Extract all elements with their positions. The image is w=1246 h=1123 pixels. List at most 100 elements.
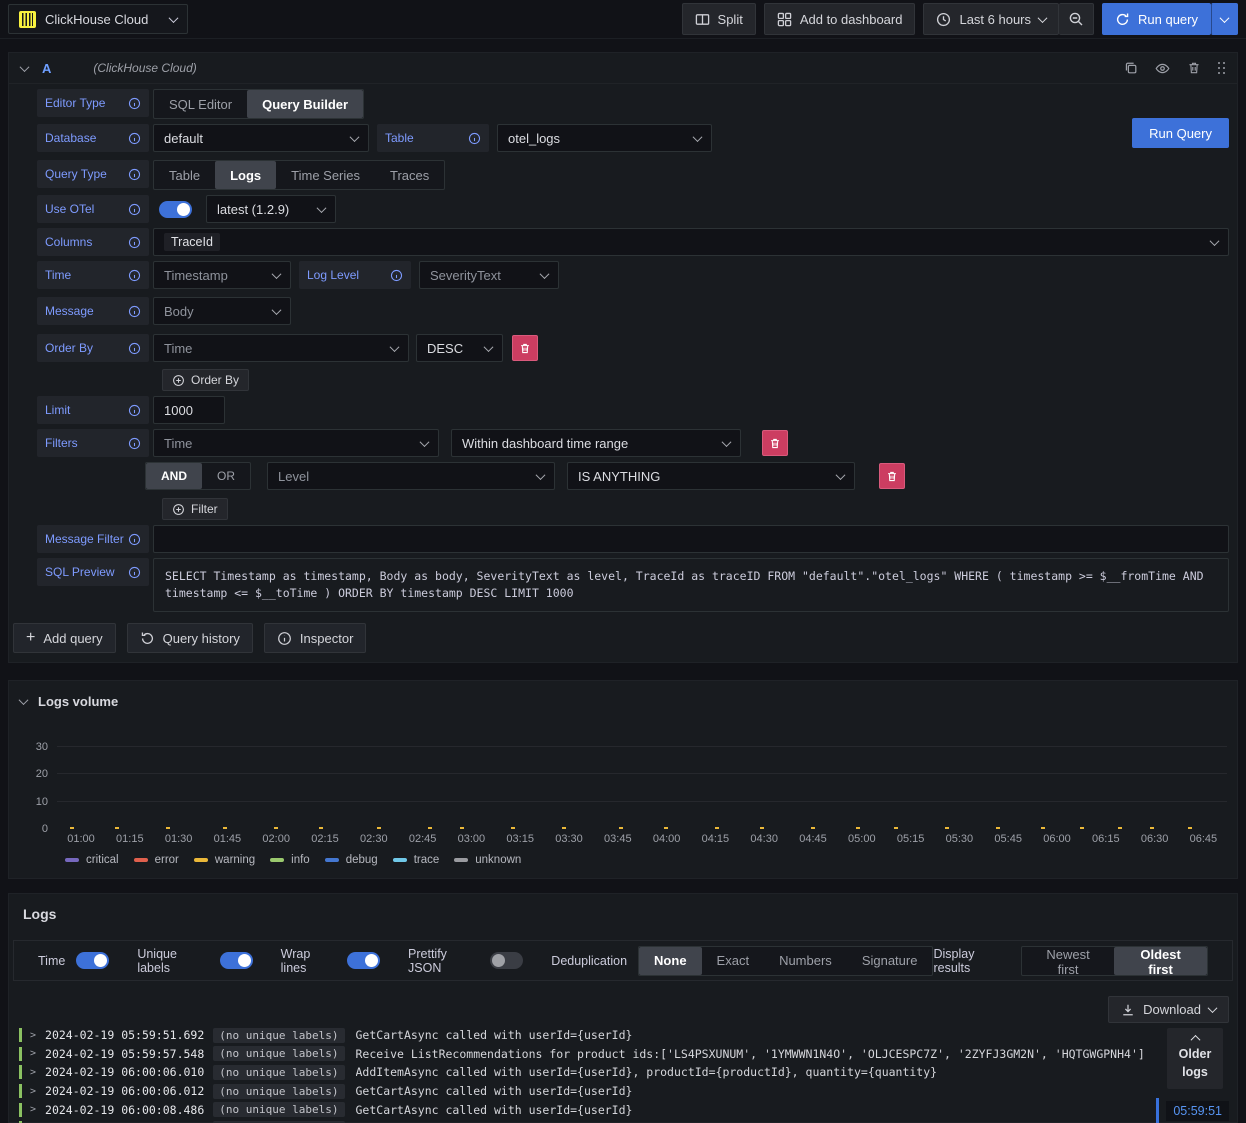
table-select[interactable]: otel_logs — [497, 124, 712, 152]
run-query-inline-button[interactable]: Run Query — [1132, 118, 1229, 148]
info-icon[interactable] — [128, 566, 141, 579]
expand-log-chevron-icon[interactable]: > — [30, 1048, 36, 1059]
older-logs-button[interactable]: Older logs — [1167, 1028, 1223, 1089]
add-filter-button[interactable]: Filter — [162, 498, 228, 520]
log-row[interactable]: > 2024-02-19 06:00:06.010 (no unique lab… — [19, 1063, 1231, 1082]
radio-dedup-none[interactable]: None — [639, 946, 702, 975]
run-query-button[interactable]: Run query — [1102, 3, 1211, 35]
legend-item-debug[interactable]: debug — [324, 854, 378, 866]
run-query-dropdown-button[interactable] — [1211, 3, 1238, 35]
hide-response-eye-icon[interactable] — [1155, 61, 1170, 76]
columns-multiselect[interactable]: TraceId — [153, 228, 1229, 256]
zoom-out-button[interactable] — [1059, 3, 1095, 35]
datasource-picker[interactable]: ClickHouse Cloud — [8, 4, 188, 34]
filter2-field-select[interactable]: Level — [267, 462, 555, 490]
legend-item-trace[interactable]: trace — [392, 854, 439, 866]
log-level-column-select[interactable]: SeverityText — [419, 261, 559, 289]
radio-dedup-signature[interactable]: Signature — [847, 947, 933, 975]
filter2-operator-select[interactable]: IS ANYTHING — [567, 462, 855, 490]
log-row[interactable]: > 2024-02-19 05:59:57.548 (no unique lab… — [19, 1045, 1231, 1064]
radio-dedup-exact[interactable]: Exact — [702, 947, 765, 975]
expand-log-chevron-icon[interactable]: > — [30, 1086, 36, 1097]
filter1-operator-select[interactable]: Within dashboard time range — [451, 429, 741, 457]
collapse-volume-icon[interactable] — [18, 695, 29, 706]
filter1-field-select[interactable]: Time — [153, 429, 439, 457]
remove-order-by-button[interactable] — [512, 335, 538, 361]
unique-labels-toggle[interactable] — [219, 952, 253, 969]
log-row[interactable]: > 2024-02-19 06:00:08.486 (no unique lab… — [19, 1100, 1231, 1119]
order-by-direction-select[interactable]: DESC — [416, 334, 503, 362]
info-icon[interactable] — [128, 269, 141, 282]
info-icon[interactable] — [128, 97, 141, 110]
radio-newest-first[interactable]: Newest first — [1022, 947, 1114, 977]
use-otel-label: Use OTel — [37, 195, 149, 223]
log-labels-badge: (no unique labels) — [213, 1064, 345, 1080]
expand-log-chevron-icon[interactable]: > — [30, 1030, 36, 1041]
column-tag[interactable]: TraceId — [164, 233, 220, 251]
order-by-column-select[interactable]: Time — [153, 334, 409, 362]
log-row[interactable]: > 2024-02-19 06:00:06.012 (no unique lab… — [19, 1082, 1231, 1101]
info-icon[interactable] — [128, 168, 141, 181]
add-query-button[interactable]: + Add query — [13, 623, 116, 653]
radio-logs[interactable]: Logs — [215, 161, 277, 189]
query-history-button[interactable]: Query history — [126, 623, 253, 653]
info-icon[interactable] — [128, 533, 141, 546]
log-row[interactable]: > 2024-02-19 05:59:51.692 (no unique lab… — [19, 1026, 1231, 1045]
add-to-dashboard-button[interactable]: Add to dashboard — [763, 3, 916, 35]
remove-filter2-button[interactable] — [879, 463, 905, 489]
split-button[interactable]: Split — [681, 3, 756, 35]
info-icon[interactable] — [468, 132, 481, 145]
info-icon[interactable] — [128, 437, 141, 450]
remove-query-trash-icon[interactable] — [1187, 61, 1201, 75]
radio-query-builder[interactable]: Query Builder — [247, 90, 364, 118]
info-icon[interactable] — [128, 132, 141, 145]
limit-input[interactable]: 1000 — [153, 396, 225, 424]
legend-item-critical[interactable]: critical — [65, 854, 119, 866]
info-icon[interactable] — [128, 305, 141, 318]
legend-item-unknown[interactable]: unknown — [454, 854, 521, 866]
radio-and[interactable]: AND — [146, 463, 202, 489]
message-column-select[interactable]: Body — [153, 297, 291, 325]
radio-or[interactable]: OR — [202, 463, 250, 489]
legend-item-error[interactable]: error — [133, 854, 179, 866]
radio-oldest-first[interactable]: Oldest first — [1114, 946, 1207, 977]
radio-dedup-numbers[interactable]: Numbers — [764, 947, 847, 975]
info-icon[interactable] — [128, 342, 141, 355]
info-icon[interactable] — [128, 404, 141, 417]
time-column-select[interactable]: Timestamp — [153, 261, 291, 289]
scroll-position-bar[interactable] — [1156, 1098, 1160, 1123]
prettify-json-toggle[interactable] — [490, 952, 524, 969]
volume-bars[interactable] — [57, 739, 1227, 829]
info-icon[interactable] — [128, 203, 141, 216]
use-otel-toggle[interactable] — [159, 200, 192, 218]
remove-filter1-button[interactable] — [762, 430, 788, 456]
database-label: Database — [37, 124, 149, 152]
wrap-lines-toggle[interactable] — [347, 952, 381, 969]
collapse-query-icon[interactable] — [19, 61, 30, 72]
duplicate-query-icon[interactable] — [1124, 61, 1138, 75]
time-toggle[interactable] — [76, 952, 110, 969]
legend-swatch-error — [133, 858, 148, 862]
volume-bar — [223, 827, 228, 829]
expand-log-chevron-icon[interactable]: > — [30, 1104, 36, 1115]
info-icon[interactable] — [390, 269, 403, 282]
add-order-by-button[interactable]: Order By — [162, 369, 250, 391]
radio-time-series[interactable]: Time Series — [276, 161, 375, 189]
download-button[interactable]: Download — [1108, 996, 1229, 1023]
info-icon[interactable] — [128, 236, 141, 249]
drag-handle-icon[interactable] — [1218, 62, 1225, 74]
time-picker-group: Last 6 hours — [923, 3, 1095, 35]
message-filter-input[interactable] — [153, 525, 1229, 553]
legend-item-warning[interactable]: warning — [193, 854, 255, 866]
database-select[interactable]: default — [153, 124, 369, 152]
inspector-button[interactable]: Inspector — [263, 623, 367, 653]
query-type-row: Query Type Table Logs Time Series Traces — [37, 160, 1229, 190]
radio-sql-editor[interactable]: SQL Editor — [154, 90, 247, 118]
otel-version-select[interactable]: latest (1.2.9) — [206, 195, 336, 223]
legend-item-info[interactable]: info — [270, 854, 310, 866]
expand-log-chevron-icon[interactable]: > — [30, 1067, 36, 1078]
radio-table[interactable]: Table — [154, 161, 215, 189]
log-row[interactable]: > 2024-02-19 06:00:18.663 (no unique lab… — [19, 1119, 1231, 1123]
radio-traces[interactable]: Traces — [375, 161, 444, 189]
time-range-picker[interactable]: Last 6 hours — [923, 3, 1060, 35]
